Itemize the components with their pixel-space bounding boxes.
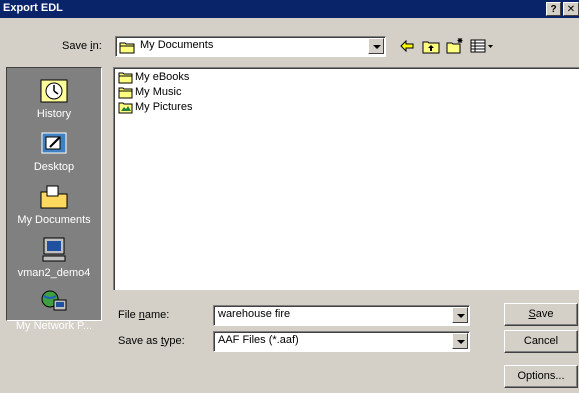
title-bar[interactable]: Export EDL ? ✕ <box>0 0 579 18</box>
history-icon <box>40 79 68 103</box>
place-network-places-label: My Network P... <box>15 320 93 332</box>
chevron-down-icon[interactable] <box>452 307 468 323</box>
place-my-documents[interactable]: My Documents <box>7 178 101 231</box>
save-in-value: My Documents <box>140 39 214 51</box>
file-name-label: My Pictures <box>135 101 193 113</box>
place-desktop-label: Desktop <box>33 161 75 173</box>
save-button-hotkey: S <box>528 308 536 320</box>
view-menu-icon[interactable] <box>469 37 495 55</box>
file-name-label: My Music <box>135 86 182 98</box>
chevron-down-icon[interactable] <box>452 333 468 349</box>
save-in-dropdown[interactable]: My Documents <box>115 36 386 57</box>
export-edl-dialog: Export EDL ? ✕ Save in: My Documents His… <box>0 0 579 393</box>
save-in-label-part: Save <box>62 40 91 52</box>
file-name-label-part: ame: <box>144 309 170 321</box>
place-my-computer-label: vman2_demo4 <box>17 267 91 279</box>
save-in-label-part: n: <box>92 40 102 52</box>
my-documents-icon <box>40 185 68 209</box>
save-as-type-value: AAF Files (*.aaf) <box>218 334 299 346</box>
save-as-type-label: Save as type: <box>118 335 185 347</box>
help-button[interactable]: ? <box>546 2 561 16</box>
window-title: Export EDL <box>3 2 63 14</box>
folder-icon <box>119 42 135 54</box>
create-new-folder-icon[interactable] <box>445 37 465 55</box>
place-history[interactable]: History <box>7 72 101 125</box>
desktop-icon <box>41 132 67 154</box>
save-button-label: ave <box>535 308 554 320</box>
file-name-field[interactable]: warehouse fire <box>213 305 470 326</box>
file-name-label: File name: <box>118 309 169 321</box>
my-computer-icon <box>42 237 66 262</box>
cancel-button[interactable]: Cancel <box>504 330 578 353</box>
place-desktop[interactable]: Desktop <box>7 125 101 178</box>
place-network-places[interactable]: My Network P... <box>7 284 101 337</box>
folder-icon <box>118 72 133 84</box>
place-my-documents-label: My Documents <box>17 214 91 226</box>
places-bar: History Desktop My Documents vman2_demo4… <box>6 67 102 332</box>
up-one-level-icon[interactable] <box>421 37 441 55</box>
place-my-computer[interactable]: vman2_demo4 <box>7 231 101 284</box>
place-history-label: History <box>36 108 72 120</box>
close-button[interactable]: ✕ <box>563 2 579 16</box>
back-icon[interactable] <box>397 37 417 55</box>
folder-icon <box>118 87 133 99</box>
save-as-type-label-part: ype: <box>163 335 185 347</box>
save-as-type-label-part: Save as <box>118 335 161 347</box>
file-name-label: My eBooks <box>135 71 190 83</box>
chevron-down-icon[interactable] <box>368 38 384 54</box>
file-list[interactable]: My eBooks My Music My Pictures <box>113 67 579 290</box>
save-as-type-dropdown[interactable]: AAF Files (*.aaf) <box>213 331 470 352</box>
pictures-folder-icon <box>118 102 133 114</box>
save-in-label: Save in: <box>62 40 102 52</box>
options-button[interactable]: Options... <box>504 365 578 388</box>
file-name-label-part: File <box>118 309 139 321</box>
network-places-icon <box>41 290 67 311</box>
file-name-value: warehouse fire <box>218 308 291 320</box>
save-button[interactable]: Save <box>504 303 578 326</box>
